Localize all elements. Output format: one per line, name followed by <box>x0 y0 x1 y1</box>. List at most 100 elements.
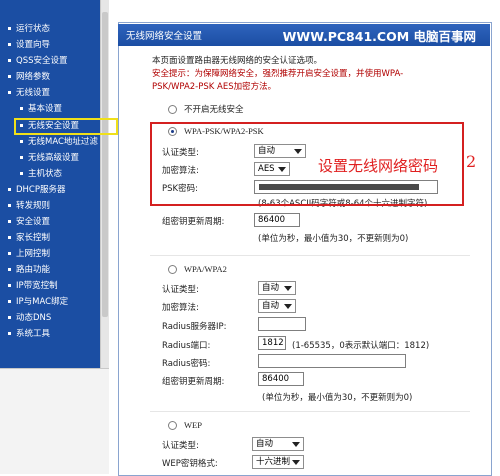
no-security-label: 不开启无线安全 <box>184 105 244 115</box>
sidebar-scrollbar[interactable] <box>100 0 109 368</box>
wpa-group-hint: (单位为秒，最小值为30，不更新则为0) <box>262 393 413 403</box>
sidebar-item-wireless[interactable]: 无线设置 <box>8 86 50 101</box>
sidebar-item-basic[interactable]: 基本设置 <box>20 102 62 117</box>
wpa-psk-group-field[interactable]: 86400 <box>254 213 300 227</box>
wep-key-format-label: WEP密钥格式: <box>162 459 218 469</box>
radius-ip-field[interactable] <box>258 317 306 331</box>
radius-ip-label: Radius服务器IP: <box>162 322 227 332</box>
sidebar: 运行状态 设置向导 QSS安全设置 网络参数 无线设置 基本设置 无线安全设置 … <box>0 0 109 474</box>
sidebar-item-label: 设置向导 <box>16 40 51 50</box>
radius-port-field[interactable]: 1812 <box>258 336 286 350</box>
sidebar-item-forwarding[interactable]: 转发规则 <box>8 199 50 214</box>
sidebar-item-ip-mac[interactable]: IP与MAC绑定 <box>8 295 68 310</box>
sidebar-item-dhcp[interactable]: DHCP服务器 <box>8 183 66 198</box>
bullet-icon <box>8 252 11 255</box>
bullet-icon <box>8 43 11 46</box>
sidebar-item-label: 基本设置 <box>28 104 63 114</box>
sidebar-item-label: 无线MAC地址过滤 <box>28 137 98 147</box>
radio-wep[interactable] <box>168 421 177 430</box>
bullet-icon <box>8 75 11 78</box>
wpa-auth-label: 认证类型: <box>162 285 199 295</box>
wpa-auth-select[interactable]: 自动 <box>258 281 296 295</box>
annotation-label-2: 2 <box>466 152 477 171</box>
sidebar-item-label: IP带宽控制 <box>16 281 58 291</box>
bullet-icon <box>8 268 11 271</box>
bullet-icon <box>8 236 11 239</box>
sidebar-item-qss[interactable]: QSS安全设置 <box>8 54 67 69</box>
select-value: 自动 <box>262 283 280 293</box>
sidebar-item-label: QSS安全设置 <box>16 56 68 66</box>
sidebar-item-label: 转发规则 <box>16 201 51 211</box>
sidebar-item-label: 网络参数 <box>16 72 51 82</box>
sidebar-nav: 运行状态 设置向导 QSS安全设置 网络参数 无线设置 基本设置 无线安全设置 … <box>0 0 100 368</box>
chevron-down-icon <box>284 286 292 291</box>
wpa-group-label: 组密钥更新周期: <box>162 377 225 387</box>
title-bar: 无线网络安全设置 WWW.PC841.COM 电脑百事网 <box>118 24 490 46</box>
bullet-icon <box>8 204 11 207</box>
sidebar-item-wireless-advanced[interactable]: 无线高级设置 <box>20 151 79 166</box>
sidebar-item-parental[interactable]: 家长控制 <box>8 231 50 246</box>
security-tip-line2: PSK/WPA2-PSK AES加密方法。 <box>152 82 277 92</box>
bullet-icon <box>8 284 11 287</box>
input-value: 86400 <box>262 374 290 384</box>
security-tip-line1: 安全提示：为保障网络安全，强烈推荐开启安全设置，并使用WPA- <box>152 69 404 79</box>
radius-password-field[interactable] <box>258 354 406 368</box>
bullet-icon <box>8 316 11 319</box>
intro-text: 本页面设置路由器无线网络的安全认证选项。 <box>152 56 323 66</box>
sidebar-item-security[interactable]: 安全设置 <box>8 215 50 230</box>
scrollbar-thumb[interactable] <box>102 12 108 317</box>
highlight-box-yellow <box>14 118 118 135</box>
chevron-down-icon <box>292 442 300 447</box>
wpa-psk-group-label: 组密钥更新周期: <box>162 217 225 227</box>
bullet-icon <box>8 59 11 62</box>
sidebar-item-system-tools[interactable]: 系统工具 <box>8 327 50 342</box>
annotation-caption: 设置无线网络密码 <box>318 157 439 175</box>
bullet-icon <box>8 188 11 191</box>
radius-password-label: Radius密码: <box>162 359 211 369</box>
sidebar-item-mac-filter[interactable]: 无线MAC地址过滤 <box>20 135 98 150</box>
sidebar-item-label: 安全设置 <box>16 217 51 227</box>
sidebar-item-label: 无线设置 <box>16 88 51 98</box>
sidebar-item-label: IP与MAC绑定 <box>16 297 69 307</box>
wep-auth-label: 认证类型: <box>162 441 199 451</box>
wep-label: WEP <box>184 420 202 430</box>
sidebar-item-internet-control[interactable]: 上网控制 <box>8 247 50 262</box>
input-value: 1812 <box>262 338 284 348</box>
input-value: 86400 <box>258 215 286 225</box>
wpa-group-field[interactable]: 86400 <box>258 372 304 386</box>
bullet-icon <box>8 27 11 30</box>
chevron-down-icon <box>292 460 300 465</box>
sidebar-item-label: 运行状态 <box>16 24 51 34</box>
sidebar-item-setup-wizard[interactable]: 设置向导 <box>8 38 50 53</box>
sidebar-item-label: DHCP服务器 <box>16 185 66 195</box>
sidebar-footer-area <box>0 368 109 474</box>
bullet-icon <box>8 332 11 335</box>
sidebar-item-label: 家长控制 <box>16 233 51 243</box>
sidebar-item-label: 主机状态 <box>28 169 63 179</box>
wpa-encrypt-label: 加密算法: <box>162 303 199 313</box>
sidebar-item-label: 路由功能 <box>16 265 51 275</box>
radio-no-security[interactable] <box>168 105 177 114</box>
section-divider <box>150 255 470 256</box>
wpa-encrypt-select[interactable]: 自动 <box>258 299 296 313</box>
bullet-icon <box>8 91 11 94</box>
section-divider <box>150 411 470 412</box>
sidebar-item-run-status[interactable]: 运行状态 <box>8 22 50 37</box>
sidebar-item-label: 上网控制 <box>16 249 51 259</box>
sidebar-item-label: 动态DNS <box>16 313 52 323</box>
wep-key-format-select[interactable]: 十六进制 <box>252 455 304 469</box>
radio-wpa[interactable] <box>168 265 177 274</box>
wep-auth-select[interactable]: 自动 <box>252 437 304 451</box>
sidebar-item-network[interactable]: 网络参数 <box>8 70 50 85</box>
select-value: 自动 <box>256 439 274 449</box>
sidebar-item-routing[interactable]: 路由功能 <box>8 263 50 278</box>
sidebar-item-ddns[interactable]: 动态DNS <box>8 311 51 326</box>
sidebar-item-host-status[interactable]: 主机状态 <box>20 167 62 182</box>
page-title: 无线网络安全设置 <box>126 31 203 42</box>
sidebar-item-bandwidth[interactable]: IP带宽控制 <box>8 279 58 294</box>
select-value: 十六进制 <box>256 457 291 467</box>
sidebar-item-label: 无线高级设置 <box>28 153 80 163</box>
wpa-psk-group-hint: (单位为秒，最小值为30，不更新则为0) <box>258 234 409 244</box>
sidebar-item-label: 系统工具 <box>16 329 51 339</box>
chevron-down-icon <box>284 304 292 309</box>
